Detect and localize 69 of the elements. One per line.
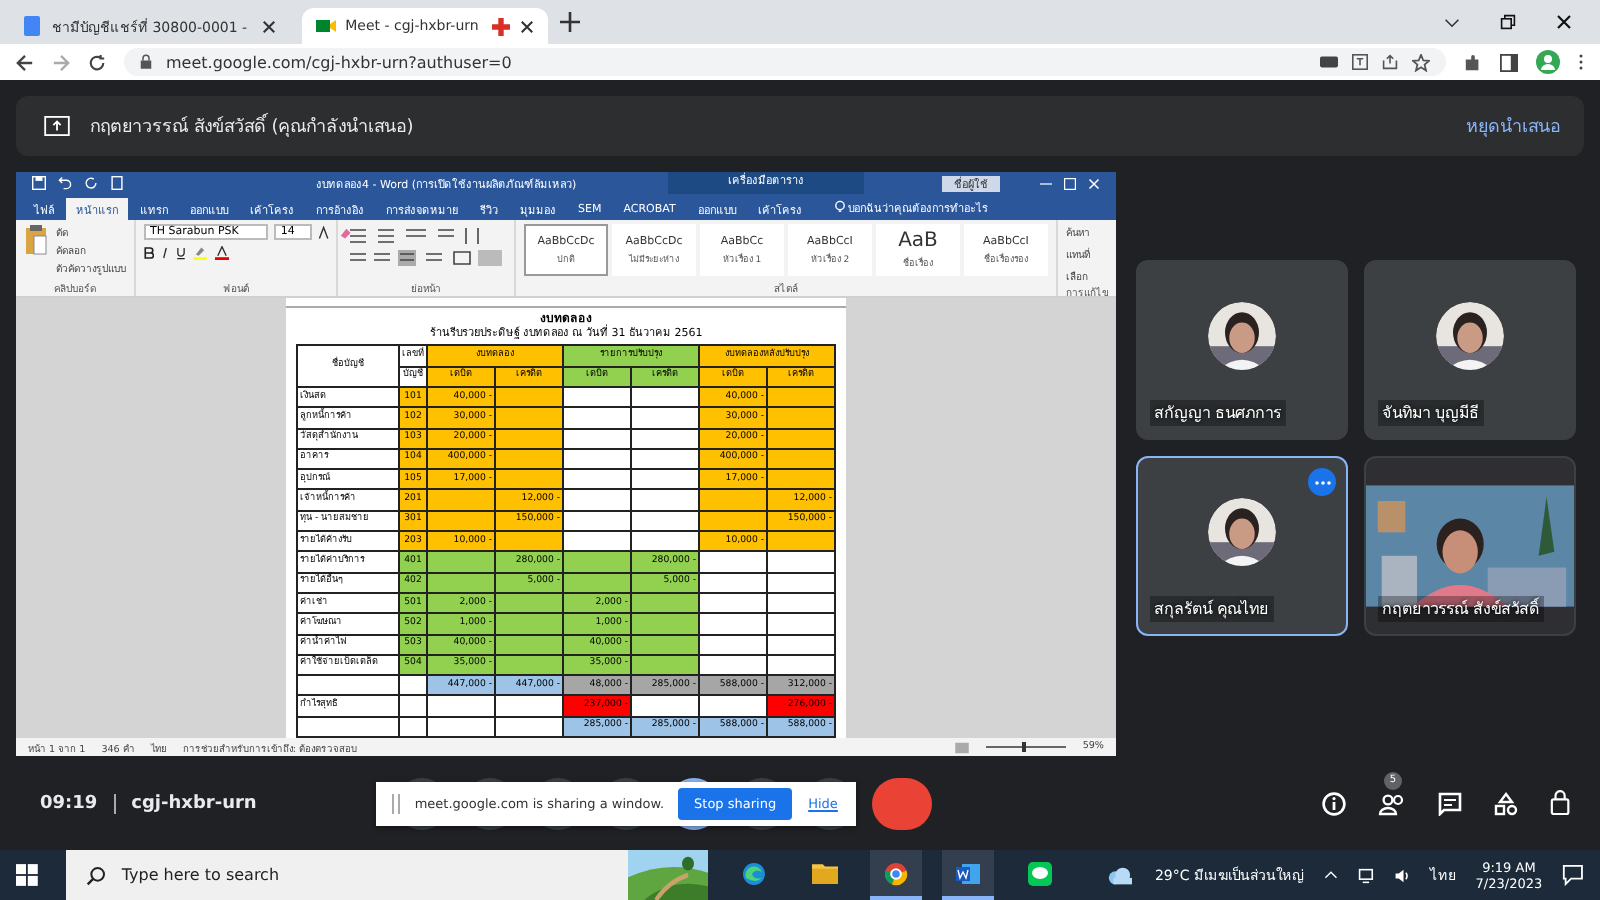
participant-tile[interactable]: จันทิมา บุญมีธี	[1364, 260, 1576, 440]
save-icon[interactable]	[32, 176, 46, 190]
restore-icon[interactable]	[1064, 177, 1076, 189]
meeting-code: cgj-hxbr-urn	[131, 793, 257, 813]
share-icon[interactable]	[1382, 54, 1398, 70]
info-icon[interactable]	[1322, 791, 1346, 815]
lock-icon[interactable]	[1550, 790, 1572, 816]
present-icon	[44, 116, 70, 136]
meeting-time: 09:19	[40, 793, 98, 813]
close-icon[interactable]	[261, 19, 276, 33]
underline-icon[interactable]	[176, 246, 186, 260]
new-tab-icon[interactable]	[560, 12, 581, 32]
chat-icon[interactable]	[1438, 791, 1462, 815]
grow-font-icon[interactable]	[318, 225, 333, 239]
cloud-icon	[1105, 865, 1135, 885]
folder-icon	[811, 862, 838, 884]
page-icon[interactable]	[110, 176, 124, 190]
drag-handle[interactable]	[392, 793, 401, 813]
participant-name: จันทิมา บุญมีธี	[1378, 400, 1484, 426]
speaker-icon[interactable]	[1393, 867, 1410, 883]
leave-call-button[interactable]	[872, 777, 933, 829]
url-text: meet.google.com/cgj-hxbr-urn?authuser=0	[166, 53, 512, 71]
close-icon[interactable]	[1556, 14, 1572, 30]
translate-icon[interactable]	[1352, 54, 1368, 70]
chevron-icon[interactable]	[1444, 17, 1460, 27]
sidebar-icon[interactable]	[1500, 53, 1518, 71]
menu-icon[interactable]	[1578, 52, 1584, 72]
word-icon	[955, 861, 980, 885]
notification-icon[interactable]	[1562, 864, 1585, 886]
minimize-icon[interactable]	[1040, 177, 1052, 189]
lightbulb-icon	[833, 200, 846, 214]
network-icon[interactable]	[1357, 867, 1374, 883]
shapes-icon[interactable]	[1494, 791, 1518, 815]
participant-name: สกุลรัตน์ คุณไทย	[1150, 596, 1274, 622]
more-options-button[interactable]	[1308, 468, 1336, 496]
paragraph-tools-icon[interactable]	[346, 224, 506, 268]
paste-icon[interactable]	[24, 224, 48, 256]
search-field[interactable]: Type here to search	[65, 850, 708, 900]
italic-icon[interactable]	[160, 246, 170, 260]
redo-icon[interactable]	[84, 176, 98, 190]
puzzle-icon[interactable]	[1464, 53, 1482, 71]
taskbar-app[interactable]	[870, 850, 923, 900]
star-icon[interactable]	[1412, 53, 1430, 71]
banner-text: กฤตยาวรรณ์ สังข์สวัสดิ์ (คุณกำลังนำเสนอ)	[90, 112, 414, 140]
lock-icon	[140, 54, 152, 70]
stop-presenting-button[interactable]: หยุดนำเสนอ	[1462, 108, 1564, 144]
back-icon[interactable]	[16, 53, 34, 71]
address-bar[interactable]: meet.google.com/cgj-hxbr-urn?authuser=0	[124, 48, 1446, 76]
people-icon[interactable]	[1378, 791, 1406, 815]
edge-icon	[741, 861, 766, 885]
participant-tile[interactable]: สกัญญา ธนศภการ	[1136, 260, 1348, 440]
more-icon	[1313, 479, 1331, 485]
document-icon	[22, 16, 42, 36]
avatar-icon[interactable]	[1536, 50, 1560, 74]
chat-app-icon	[1027, 861, 1052, 885]
chevron-up-icon[interactable]	[1324, 870, 1338, 880]
start-icon[interactable]	[16, 864, 38, 886]
eraser-icon[interactable]	[338, 225, 353, 239]
highlight-icon[interactable]	[192, 246, 208, 260]
search-icon	[85, 865, 106, 885]
participant-tile[interactable]: สกุลรัตน์ คุณไทย	[1136, 456, 1348, 636]
participant-name: สกัญญา ธนศภการ	[1150, 400, 1286, 426]
font-color-icon[interactable]	[214, 246, 230, 260]
undo-icon[interactable]	[58, 176, 72, 190]
reload-icon[interactable]	[88, 53, 106, 71]
bold-icon[interactable]	[144, 246, 154, 260]
chrome-icon	[884, 861, 909, 885]
restore-icon[interactable]	[1500, 14, 1516, 30]
close-icon[interactable]	[520, 19, 535, 33]
